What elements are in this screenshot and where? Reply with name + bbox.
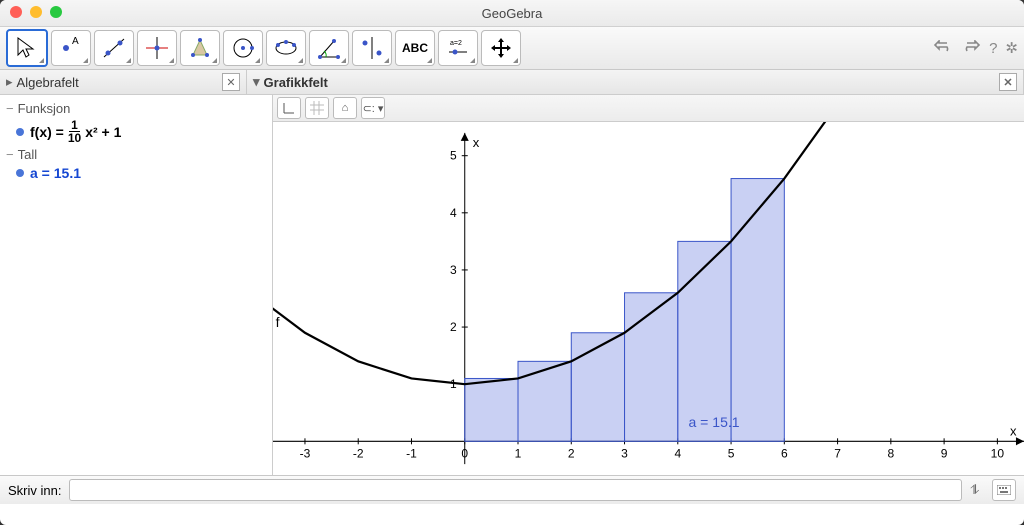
chevron-down-icon bbox=[126, 58, 131, 63]
svg-text:5: 5 bbox=[728, 446, 735, 460]
tool-reflect[interactable] bbox=[352, 30, 392, 66]
chevron-down-icon bbox=[169, 58, 174, 63]
tool-line[interactable] bbox=[94, 30, 134, 66]
f-prefix: f(x) = bbox=[30, 124, 64, 140]
svg-text:f: f bbox=[276, 314, 280, 330]
snap-button[interactable]: ⊂: ▾ bbox=[361, 97, 385, 119]
fraction-den: 10 bbox=[68, 132, 81, 144]
history-stepper[interactable]: ⥮ bbox=[970, 482, 984, 498]
chevron-down-icon bbox=[427, 58, 432, 63]
chevron-right-icon: ▸ bbox=[6, 74, 13, 90]
svg-text:3: 3 bbox=[450, 263, 457, 277]
chevron-down-icon bbox=[298, 58, 303, 63]
svg-text:a = 15.1: a = 15.1 bbox=[688, 414, 739, 430]
graph-toolbar: ⌂ ⊂: ▾ bbox=[273, 95, 1024, 122]
chevron-down-icon: ▾ bbox=[253, 74, 260, 90]
tool-polygon[interactable] bbox=[180, 30, 220, 66]
undo-button[interactable] bbox=[933, 40, 953, 57]
svg-text:-2: -2 bbox=[353, 446, 364, 460]
tool-perpendicular[interactable] bbox=[137, 30, 177, 66]
main-body: −Funksjon f(x) = 1 10 x² + 1 −Tall a = 1… bbox=[0, 95, 1024, 475]
svg-text:2: 2 bbox=[568, 446, 575, 460]
tool-text[interactable]: ABC bbox=[395, 30, 435, 66]
svg-text:-3: -3 bbox=[300, 446, 311, 460]
svg-text:9: 9 bbox=[941, 446, 948, 460]
tool-move-view[interactable] bbox=[481, 30, 521, 66]
window-title: GeoGebra bbox=[482, 6, 543, 21]
main-toolbar: A ABC a=2 ? ✲ bbox=[0, 27, 1024, 70]
tool-point[interactable]: A bbox=[51, 30, 91, 66]
svg-text:5: 5 bbox=[450, 149, 457, 163]
axes-toggle-button[interactable] bbox=[277, 97, 301, 119]
algebra-panel: −Funksjon f(x) = 1 10 x² + 1 −Tall a = 1… bbox=[0, 95, 273, 475]
close-panel-button[interactable]: ✕ bbox=[999, 73, 1017, 91]
svg-text:3: 3 bbox=[621, 446, 628, 460]
svg-text:4: 4 bbox=[450, 206, 457, 220]
plot-area[interactable]: -3-2-101234567891012345a = 15.1fxx bbox=[273, 122, 1024, 475]
algebra-tab[interactable]: ▸ Algebrafelt ✕ bbox=[0, 70, 247, 94]
titlebar: GeoGebra bbox=[0, 0, 1024, 27]
settings-icon[interactable]: ✲ bbox=[1005, 39, 1018, 57]
svg-text:6: 6 bbox=[781, 446, 788, 460]
section-number[interactable]: −Tall bbox=[6, 147, 266, 162]
tool-move[interactable] bbox=[6, 29, 48, 67]
plot-svg: -3-2-101234567891012345a = 15.1fxx bbox=[273, 122, 1024, 475]
command-input[interactable] bbox=[69, 479, 962, 501]
algebra-item-a[interactable]: a = 15.1 bbox=[16, 165, 266, 181]
visibility-bullet-icon[interactable] bbox=[16, 128, 24, 136]
chevron-down-icon bbox=[212, 58, 217, 63]
chevron-down-icon bbox=[255, 58, 260, 63]
svg-text:10: 10 bbox=[991, 446, 1005, 460]
section-function[interactable]: −Funksjon bbox=[6, 101, 266, 116]
toolbar-right: ? ✲ bbox=[933, 39, 1018, 57]
views-row: ▸ Algebrafelt ✕ ▾ Grafikkfelt ✕ bbox=[0, 70, 1024, 95]
svg-text:7: 7 bbox=[834, 446, 841, 460]
svg-text:x: x bbox=[473, 135, 480, 150]
chevron-down-icon bbox=[384, 58, 389, 63]
maximize-icon[interactable] bbox=[50, 6, 62, 18]
svg-text:4: 4 bbox=[674, 446, 681, 460]
keyboard-button[interactable] bbox=[992, 479, 1016, 501]
input-label: Skriv inn: bbox=[8, 483, 61, 498]
algebra-title: Algebrafelt bbox=[17, 75, 79, 90]
svg-text:x: x bbox=[1010, 423, 1017, 438]
tool-slider[interactable]: a=2 bbox=[438, 30, 478, 66]
home-button[interactable]: ⌂ bbox=[333, 97, 357, 119]
svg-text:A: A bbox=[72, 36, 79, 47]
svg-text:1: 1 bbox=[515, 446, 522, 460]
tool-circle[interactable] bbox=[223, 30, 263, 66]
svg-text:2: 2 bbox=[450, 320, 457, 334]
help-button[interactable]: ? bbox=[989, 40, 997, 57]
algebra-item-f[interactable]: f(x) = 1 10 x² + 1 bbox=[16, 119, 266, 144]
window-controls bbox=[10, 6, 62, 18]
svg-text:a=2: a=2 bbox=[450, 40, 462, 47]
a-label: a = 15.1 bbox=[30, 165, 81, 181]
chevron-down-icon bbox=[341, 58, 346, 63]
close-panel-button[interactable]: ✕ bbox=[222, 73, 240, 91]
svg-text:0: 0 bbox=[461, 446, 468, 460]
redo-button[interactable] bbox=[961, 40, 981, 57]
f-suffix: x² + 1 bbox=[85, 124, 121, 140]
graph-panel: ⌂ ⊂: ▾ -3-2-101234567891012345a = 15.1fx… bbox=[273, 95, 1024, 475]
grid-toggle-button[interactable] bbox=[305, 97, 329, 119]
fraction: 1 10 bbox=[68, 119, 81, 144]
visibility-bullet-icon[interactable] bbox=[16, 169, 24, 177]
chevron-down-icon bbox=[470, 58, 475, 63]
svg-text:-1: -1 bbox=[406, 446, 417, 460]
svg-text:8: 8 bbox=[887, 446, 894, 460]
tool-conic[interactable] bbox=[266, 30, 306, 66]
input-bar: Skriv inn: ⥮ bbox=[0, 475, 1024, 504]
graph-title: Grafikkfelt bbox=[264, 75, 328, 90]
text-label: ABC bbox=[402, 41, 428, 55]
chevron-down-icon bbox=[83, 58, 88, 63]
minimize-icon[interactable] bbox=[30, 6, 42, 18]
close-icon[interactable] bbox=[10, 6, 22, 18]
tool-angle[interactable] bbox=[309, 30, 349, 66]
chevron-down-icon bbox=[513, 58, 518, 63]
graph-tab[interactable]: ▾ Grafikkfelt ✕ bbox=[247, 70, 1024, 94]
chevron-down-icon bbox=[39, 58, 44, 63]
